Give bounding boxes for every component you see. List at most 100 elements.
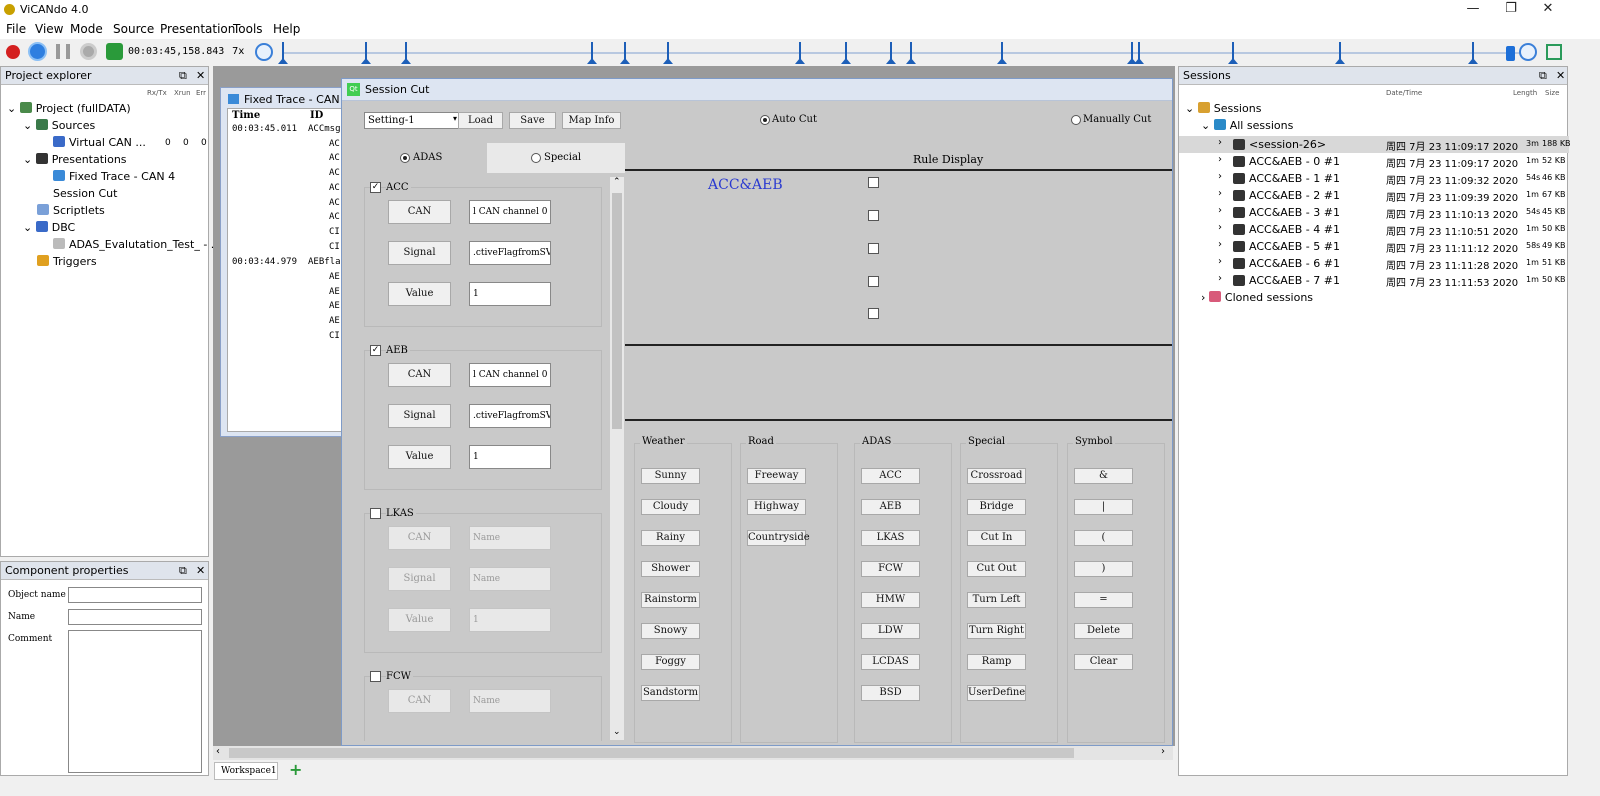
rule-button-[interactable]: = <box>1074 592 1133 608</box>
value-input[interactable]: 1 <box>469 608 551 632</box>
can-input[interactable]: Name <box>469 526 551 550</box>
timeline-marker[interactable] <box>997 42 1007 64</box>
timeline-marker[interactable] <box>906 42 916 64</box>
signal-input[interactable]: Name <box>469 567 551 591</box>
timeline-marker[interactable] <box>587 42 597 64</box>
timeline-marker[interactable] <box>278 42 288 64</box>
rule-button-lkas[interactable]: LKAS <box>861 530 920 546</box>
tree-triggers[interactable]: Triggers <box>37 255 97 268</box>
tree-project[interactable]: ⌄ Project (fullDATA) <box>7 102 131 115</box>
tree-sessions-root[interactable]: ⌄ Sessions <box>1185 102 1261 115</box>
rule-button-delete[interactable]: Delete <box>1074 623 1133 639</box>
rule-checkbox-4[interactable] <box>868 276 879 287</box>
name-input[interactable] <box>68 609 202 625</box>
rule-button-rainstorm[interactable]: Rainstorm <box>641 592 700 608</box>
can-input[interactable]: l CAN channel 0 <box>469 363 551 387</box>
timeline-marker[interactable] <box>663 42 673 64</box>
value-label-button[interactable]: Value <box>388 445 451 469</box>
rule-button-countryside[interactable]: Countryside <box>747 530 810 546</box>
session-row[interactable]: › ACC&AEB - 1 #1 周四 7月 23 11:09:32 2020 54s… <box>1179 170 1569 187</box>
fit-view-icon[interactable] <box>1546 44 1562 60</box>
menu-presentation[interactable]: Presentation <box>160 22 235 36</box>
timeline-marker[interactable] <box>620 42 630 64</box>
tree-dbc[interactable]: ⌄ DBC <box>23 221 75 234</box>
can-label-button[interactable]: CAN <box>388 689 451 713</box>
signal-label-button[interactable]: Signal <box>388 567 451 591</box>
rule-button-lcdas[interactable]: LCDAS <box>861 654 920 670</box>
play-icon[interactable] <box>28 42 47 61</box>
rule-button-clear[interactable]: Clear <box>1074 654 1133 670</box>
rule-button-hmw[interactable]: HMW <box>861 592 920 608</box>
adas-settings-scroll[interactable]: ✓ ACC CAN l CAN channel 0 Signal .ctiveFlagfr… <box>348 173 625 741</box>
float-icon[interactable]: ⧉ <box>179 562 187 580</box>
rule-button-turn-left[interactable]: Turn Left <box>967 592 1026 608</box>
rule-button-bsd[interactable]: BSD <box>861 685 920 701</box>
rule-button-ramp[interactable]: Ramp <box>967 654 1026 670</box>
rule-button-foggy[interactable]: Foggy <box>641 654 700 670</box>
menu-source[interactable]: Source <box>113 22 154 36</box>
scroll-down-icon[interactable]: ⌄ <box>613 727 621 737</box>
speed-select[interactable]: 7x <box>232 46 244 57</box>
scroll-left-icon[interactable]: ‹ <box>216 746 220 757</box>
tab-special[interactable]: Special <box>487 143 625 173</box>
h-scrollbar-thumb[interactable] <box>229 748 1074 758</box>
timeline-track[interactable] <box>283 52 1533 54</box>
section-checkbox-aeb[interactable]: ✓ <box>370 345 381 356</box>
rule-button-freeway[interactable]: Freeway <box>747 468 806 484</box>
special-tab-radio[interactable] <box>531 153 541 163</box>
can-label-button[interactable]: CAN <box>388 200 451 224</box>
object-name-input[interactable] <box>68 587 202 603</box>
session-row[interactable]: › ACC&AEB - 3 #1 周四 7月 23 11:10:13 2020 54s… <box>1179 204 1569 221</box>
expand-chevron-icon[interactable]: › <box>1218 256 1222 267</box>
rule-button-[interactable]: & <box>1074 468 1133 484</box>
rule-button-cut-in[interactable]: Cut In <box>967 530 1026 546</box>
tab-adas[interactable]: ADAS <box>348 143 487 173</box>
rule-button-aeb[interactable]: AEB <box>861 499 920 515</box>
rule-button-snowy[interactable]: Snowy <box>641 623 700 639</box>
expand-chevron-icon[interactable]: › <box>1218 137 1222 148</box>
timeline-marker[interactable] <box>1134 42 1144 64</box>
rule-button-acc[interactable]: ACC <box>861 468 920 484</box>
expand-chevron-icon[interactable]: › <box>1218 239 1222 250</box>
scroll-right-icon[interactable]: › <box>1161 746 1165 757</box>
forward-icon[interactable] <box>1519 43 1537 61</box>
vertical-scrollbar[interactable]: ⌃ ⌄ <box>610 177 624 740</box>
value-label-button[interactable]: Value <box>388 282 451 306</box>
rule-button-bridge[interactable]: Bridge <box>967 499 1026 515</box>
value-input[interactable]: 1 <box>469 282 551 306</box>
scroll-up-icon[interactable]: ⌃ <box>613 177 621 187</box>
menu-help[interactable]: Help <box>273 22 300 36</box>
timeline-marker[interactable] <box>1228 42 1238 64</box>
rule-button-cloudy[interactable]: Cloudy <box>641 499 700 515</box>
horizontal-scrollbar[interactable]: ‹ › <box>213 746 1173 760</box>
tree-fixed-trace[interactable]: Fixed Trace - CAN 4 <box>53 170 175 183</box>
tree-virtual-can[interactable]: Virtual CAN ... <box>53 136 146 149</box>
section-checkbox-acc[interactable]: ✓ <box>370 182 381 193</box>
signal-input[interactable]: .ctiveFlagfromSV <box>469 404 551 428</box>
rewind-icon[interactable] <box>255 43 273 61</box>
timeline-marker[interactable] <box>795 42 805 64</box>
setting-select[interactable]: Setting-1 ▾ <box>364 112 460 129</box>
rule-button-ldw[interactable]: LDW <box>861 623 920 639</box>
menu-tools[interactable]: Tools <box>233 22 263 36</box>
rule-checkbox-1[interactable] <box>868 177 879 188</box>
rule-button-[interactable]: ) <box>1074 561 1133 577</box>
menu-file[interactable]: File <box>6 22 26 36</box>
rule-button-crossroad[interactable]: Crossroad <box>967 468 1026 484</box>
rule-button-fcw[interactable]: FCW <box>861 561 920 577</box>
tree-dbc-file[interactable]: ADAS_Evalutation_Test_ - ... <box>53 238 221 251</box>
expand-chevron-icon[interactable]: › <box>1218 205 1222 216</box>
session-row[interactable]: › ACC&AEB - 0 #1 周四 7月 23 11:09:17 2020 1m 5… <box>1179 153 1569 170</box>
signal-input[interactable]: .ctiveFlagfromSV <box>469 241 551 265</box>
tree-cloned-sessions[interactable]: › Cloned sessions <box>1201 291 1313 304</box>
expand-chevron-icon[interactable]: › <box>1218 222 1222 233</box>
timeline-marker[interactable] <box>886 42 896 64</box>
rule-checkbox-3[interactable] <box>868 243 879 254</box>
session-row[interactable]: › ACC&AEB - 5 #1 周四 7月 23 11:11:12 2020 58s… <box>1179 238 1569 255</box>
timeline-marker[interactable] <box>1468 42 1478 64</box>
signal-label-button[interactable]: Signal <box>388 404 451 428</box>
session-row[interactable]: › ACC&AEB - 4 #1 周四 7月 23 11:10:51 2020 1m 5… <box>1179 221 1569 238</box>
pause-icon[interactable] <box>56 44 70 59</box>
timeline-marker[interactable] <box>401 42 411 64</box>
section-checkbox-lkas[interactable] <box>370 508 381 519</box>
